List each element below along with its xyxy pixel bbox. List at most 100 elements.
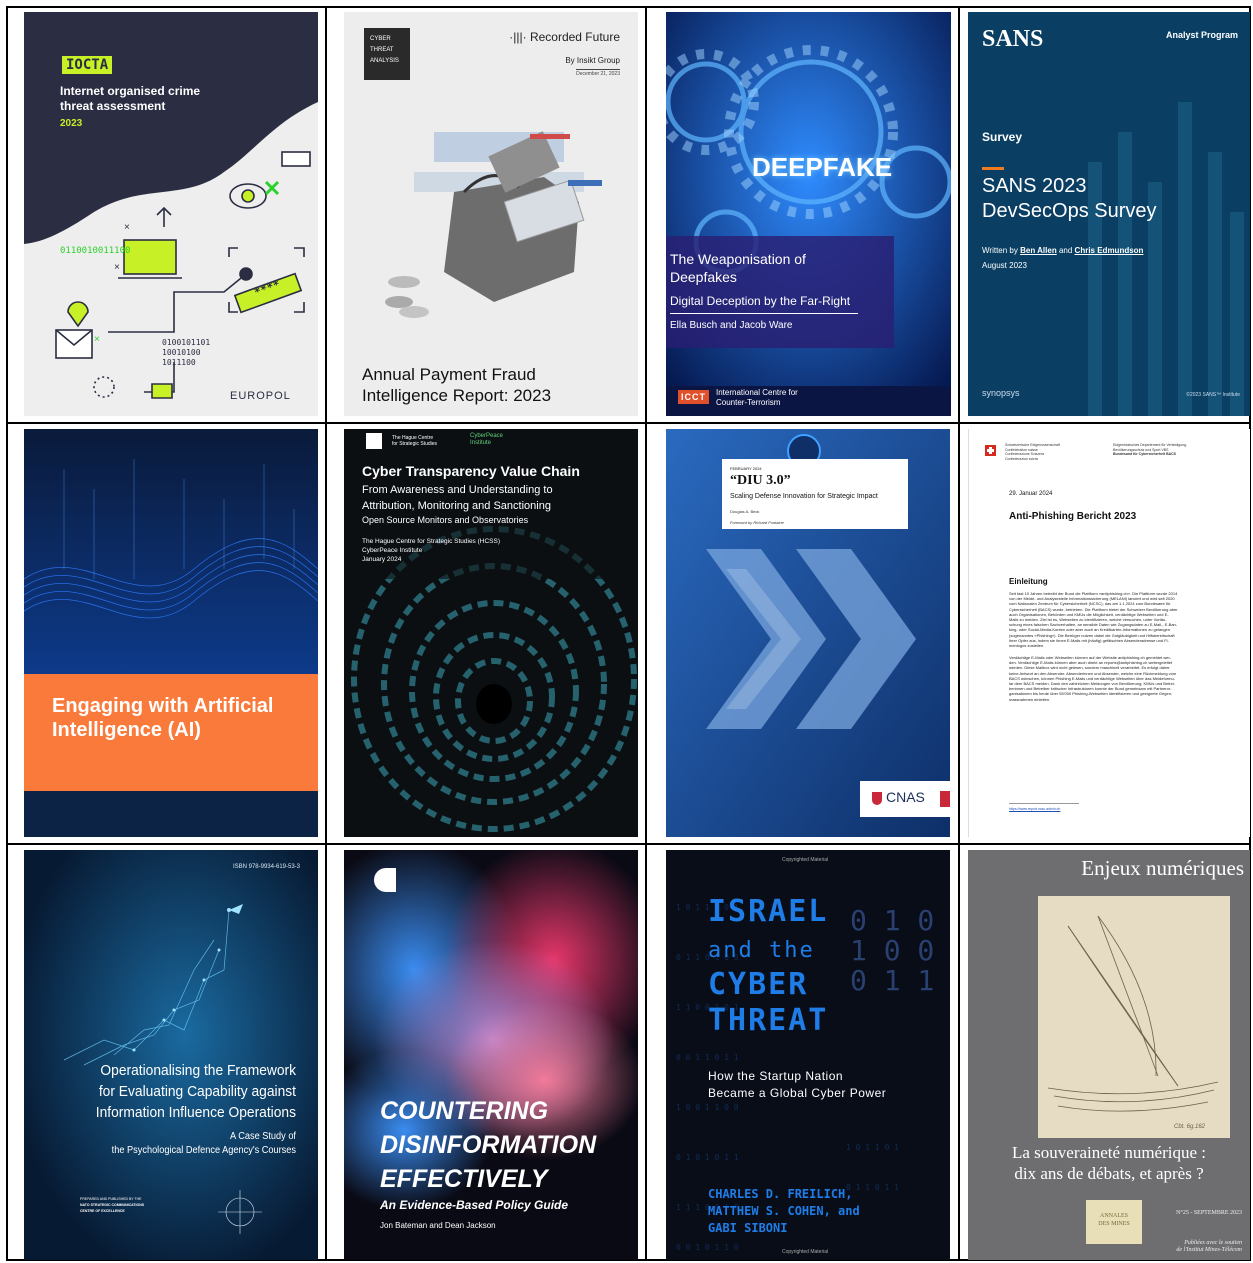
network-background-art [24, 850, 318, 1260]
israel-title-3: CYBER [708, 967, 809, 1002]
sans-logo: SANS [982, 26, 1044, 52]
grid-divider [6, 422, 1251, 424]
confederation-header: Schweizerische Eidgenossenschaft Confédé… [1005, 443, 1060, 461]
intro-paragraph-2: Verdächtige E-Mails oder Webseiten könne… [1009, 655, 1177, 702]
diu-subtitle: Scaling Defense Innovation for Strategic… [730, 493, 878, 500]
countering-authors: Jon Bateman and Dean Jackson [380, 1221, 496, 1230]
iocta-title: Internet organised crime threat assessme… [60, 84, 201, 113]
diu-foreword: Foreword by Richard Fontaine [730, 520, 784, 525]
svg-text:1 0 0 1 1 0 0: 1 0 0 1 1 0 0 [676, 1103, 739, 1112]
carnegie-logo [374, 868, 396, 892]
cover-recorded-future[interactable]: CYBER THREAT ANALYSIS ·|||· Recorded Fut… [344, 12, 638, 416]
wallet-collage-art [385, 131, 602, 318]
sans-authors: Written by Ben Allen and Chris Edmundson [982, 246, 1144, 255]
enjeux-title: La souveraineté numérique : dix ans de d… [1011, 1143, 1206, 1183]
cover-sans[interactable]: SANS Analyst Program Survey SANS 2023 De… [968, 12, 1250, 416]
sketch-annotation: Cbt. 6g.162 [1174, 1124, 1206, 1130]
hcss-authors: The Hague Centre for Strategic Studies (… [362, 538, 501, 563]
footer-link[interactable]: https://www.report.ncsc.admin.ch [1009, 807, 1060, 811]
report-title: Anti-Phishing Bericht 2023 [1009, 511, 1137, 522]
hcss-logo-mark [366, 433, 382, 449]
svg-text:×: × [94, 334, 100, 345]
footer-rule [1009, 803, 1079, 804]
hcss-title: Cyber Transparency Value Chain [362, 463, 580, 479]
sans-report-type: Survey [982, 130, 1023, 144]
cover-deepfakes[interactable]: DEEPFAKE The Weaponisation of Deepfakes … [666, 12, 951, 416]
wave-background-art [24, 429, 318, 674]
diu-author: Douglas A. Beck [730, 509, 760, 514]
copyright-bottom: Copyrighted Material [782, 1249, 829, 1255]
hcss-series: Open Source Monitors and Observatories [362, 515, 529, 525]
israel-digits: 0 1 0 1 0 0 0 1 1 [850, 904, 935, 997]
cover-hcss[interactable]: The Hague Centre for Strategic Studies C… [344, 429, 638, 837]
israel-authors: CHARLES D. FREILICH, MATTHEW S. COHEN, a… [708, 1187, 860, 1235]
iocta-binary: 0100101101 10010100 1011100 [162, 338, 211, 367]
deepfake-banner: DEEPFAKE [752, 152, 893, 182]
grid-divider [958, 6, 960, 1261]
cyberpeace-org: CyberPeace Institute [470, 433, 504, 446]
diu-title: “DIU 3.0” [730, 473, 791, 488]
intro-paragraph-1: Seit fast 10 Jahren betreibt der Bund di… [1009, 591, 1178, 649]
svg-text:0 1 0 1 0 1 1: 0 1 0 1 0 1 1 [676, 1153, 739, 1162]
icct-logo: ICCT [678, 390, 709, 404]
countering-title: COUNTERING DISINFORMATION EFFECTIVELY [380, 1097, 597, 1193]
sans-date: August 2023 [982, 261, 1027, 270]
enjeux-header: Enjeux numériques [1081, 856, 1244, 880]
grid-divider [645, 6, 647, 1261]
cover-countering-disinfo[interactable]: COUNTERING DISINFORMATION EFFECTIVELY An… [344, 850, 638, 1260]
iocta-badge: IOCTA [62, 56, 113, 74]
copyright-top: Copyrighted Material [782, 857, 829, 863]
sans-title: SANS 2023 DevSecOps Survey [982, 175, 1157, 222]
countering-subtitle: An Evidence-Based Policy Guide [380, 1198, 569, 1212]
svg-text:×: × [124, 222, 130, 233]
grid-divider [6, 843, 1251, 845]
diu-date: FEBRUARY 2024 [730, 466, 762, 471]
cover-nato[interactable]: ISBN 978-9934-619-53-3 Operationalising … [24, 850, 318, 1260]
cnas-logo-edge [940, 791, 950, 807]
nato-title: Operationalising the Framework for Evalu… [95, 1062, 297, 1121]
issue-number: N°25 - SEPTEMBRE 2023 [1176, 1210, 1242, 1216]
nato-subtitle: A Case Study of the Psychological Defenc… [111, 1131, 296, 1156]
svg-text:0 0 1 0 1 1 0: 0 0 1 0 1 1 0 [676, 1243, 739, 1252]
israel-title-2: and the [708, 938, 815, 963]
sailboat-sketch-icon [1047, 915, 1219, 1112]
cnas-logo: CNAS [886, 789, 925, 805]
iocta-year: 2023 [60, 118, 83, 129]
analyst-program-label: Analyst Program [1165, 30, 1238, 40]
isbn: ISBN 978-9934-619-53-3 [232, 864, 300, 870]
hcss-subtitle: From Awareness and Understanding to Attr… [362, 484, 553, 512]
gears-background-art [666, 12, 951, 416]
enjeux-credit: Publiées avec le soutien de l'Institut M… [1176, 1240, 1242, 1253]
cover-anti-phishing[interactable]: Schweizerische Eidgenossenschaft Confédé… [968, 429, 1250, 837]
iocta-binary: 0110010011100 [60, 246, 131, 256]
synopsys-logo: synopsys [982, 388, 1020, 398]
sans-copyright: ©2023 SANS™ Institute [1186, 392, 1240, 398]
report-title: Annual Payment Fraud Intelligence Report… [362, 365, 552, 405]
report-date: 29. Januar 2024 [1009, 491, 1053, 497]
cnas-shield-icon [872, 792, 882, 805]
swiss-flag-icon [985, 445, 996, 456]
cover-diu[interactable]: FEBRUARY 2024 “DIU 3.0” Scaling Defense … [666, 429, 950, 837]
deepfakes-authors: Ella Busch and Jacob Ware [670, 320, 793, 331]
cover-engaging-ai[interactable]: Engaging with Artificial Intelligence (A… [24, 429, 318, 837]
deepfakes-title: The Weaponisation of Deepfakes [670, 251, 806, 285]
svg-text:×: × [114, 262, 120, 273]
engaging-ai-title: Engaging with Artificial Intelligence (A… [52, 695, 274, 741]
israel-title-4: THREAT [708, 1003, 829, 1038]
cover-israel-cyber[interactable]: 1 0 1 1 0 0 10 1 1 0 1 0 0 1 1 0 0 1 0 1… [666, 850, 950, 1260]
cover-enjeux-numeriques[interactable]: Enjeux numériques Cbt. 6g.162 La souvera… [968, 850, 1250, 1260]
hcss-org: The Hague Centre for Strategic Studies [392, 435, 438, 447]
grid-divider [325, 6, 327, 1261]
icct-name: International Centre for Counter-Terrori… [716, 388, 798, 407]
israel-title-1: ISRAEL [708, 894, 829, 929]
department-header: Eidgenössisches Departement für Verteidi… [1113, 443, 1187, 456]
cover-iocta[interactable]: × × × IOCTA Internet organised crime thr… [24, 12, 318, 416]
europol-logo: EUROPOL [230, 390, 291, 402]
svg-text:1 0 1 1 0 1: 1 0 1 1 0 1 [846, 1143, 899, 1152]
svg-text:0 0 1 1 0 1 1: 0 0 1 1 0 1 1 [676, 1053, 739, 1062]
section-heading: Einleitung [1009, 577, 1048, 586]
deepfakes-subtitle: Digital Deception by the Far-Right [670, 294, 851, 308]
annales-logo: ANNALES DES MINES [1098, 1213, 1130, 1227]
nato-publisher: PREPARED AND PUBLISHED BY THE NATO STRAT… [80, 1197, 145, 1213]
deepfakes-rule [670, 313, 858, 314]
